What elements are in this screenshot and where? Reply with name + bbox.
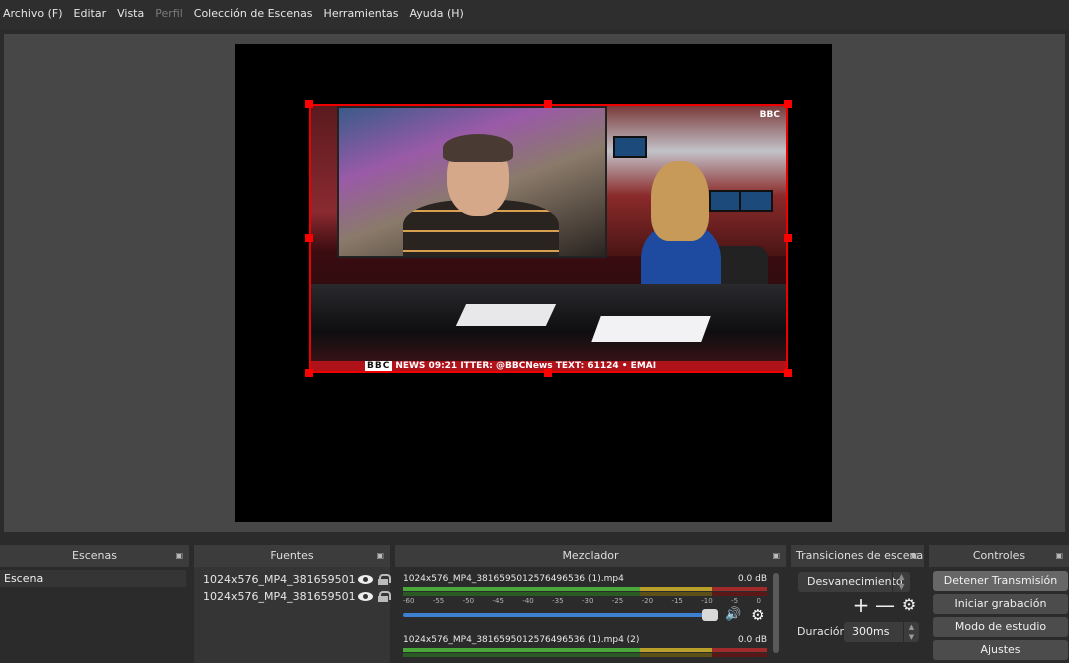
studio-monitor (739, 190, 773, 212)
gear-icon[interactable]: ⚙ (897, 595, 921, 615)
scenes-dock-title: Escenas ▣ (0, 545, 189, 567)
resize-handle-bottom-right[interactable] (784, 369, 792, 377)
guest-hair (443, 134, 513, 162)
mixer-scrollbar[interactable] (773, 573, 779, 653)
presenter-head (651, 161, 709, 241)
video-inset (337, 106, 607, 258)
scenes-list: Escena (0, 567, 189, 663)
audio-meter (403, 653, 767, 657)
source-item[interactable]: 1024x576_MP4_38165950125 (203, 571, 391, 587)
transition-select-value: Desvanecimiento (807, 575, 903, 588)
scene-item[interactable]: Escena (0, 570, 186, 587)
sources-list: 1024x576_MP4_38165950125 1024x576_MP4_38… (194, 567, 391, 663)
studio-monitor (709, 190, 743, 212)
gear-icon[interactable]: ⚙ (751, 607, 767, 623)
resize-handle-left[interactable] (305, 234, 313, 242)
undock-icon[interactable]: ▣ (910, 545, 918, 567)
menu-ayuda[interactable]: Ayuda (H) (406, 7, 471, 24)
studio-monitor (613, 136, 647, 158)
transitions-panel: Desvanecimiento ▲ ▼ + — ⚙ Duración 300ms … (791, 567, 924, 663)
undock-icon[interactable]: ▣ (1055, 545, 1063, 567)
menu-vista[interactable]: Vista (114, 7, 152, 24)
controls-dock-title: Controles ▣ (929, 545, 1069, 567)
news-desk (311, 284, 786, 364)
chevron-updown-icon[interactable]: ▲ ▼ (903, 622, 919, 642)
menu-archivo[interactable]: Archivo (F) (0, 7, 71, 24)
desk-papers (455, 304, 557, 326)
stop-streaming-button[interactable]: Detener Transmisión (933, 571, 1068, 591)
settings-button[interactable]: Ajustes (933, 640, 1068, 660)
duration-input[interactable]: 300ms ▲ ▼ (844, 622, 919, 642)
preview-area[interactable]: BBC BBC NEWS 09:21 ITTER: @BBCNews TEXT: … (4, 34, 1065, 532)
audio-meter (403, 648, 767, 652)
add-transition-plus-icon[interactable]: + (849, 595, 873, 615)
volume-slider[interactable] (403, 609, 719, 621)
speaker-icon[interactable]: 🔊 (725, 608, 743, 622)
source-item[interactable]: 1024x576_MP4_38165950125 (203, 588, 391, 604)
chevron-updown-icon[interactable]: ▲ ▼ (892, 572, 910, 592)
undock-icon[interactable]: ▣ (376, 545, 384, 567)
transition-select[interactable]: Desvanecimiento ▲ ▼ (798, 572, 910, 592)
lock-icon[interactable] (378, 573, 391, 585)
visibility-eye-icon[interactable] (358, 574, 373, 584)
controls-panel: Detener Transmisión Iniciar grabación Mo… (929, 567, 1069, 663)
visibility-eye-icon[interactable] (358, 591, 373, 601)
audio-meter (403, 587, 767, 591)
duration-value: 300ms (852, 625, 890, 638)
source-label: 1024x576_MP4_38165950125 (203, 589, 356, 603)
start-recording-button[interactable]: Iniciar grabación (933, 594, 1068, 614)
remove-transition-minus-icon[interactable]: — (873, 595, 897, 615)
resize-handle-bottom[interactable] (544, 369, 552, 377)
track-name: 1024x576_MP4_3816595012576496536 (1).mp4… (403, 635, 640, 645)
desk-papers (591, 316, 711, 342)
mixer-track: 1024x576_MP4_3816595012576496536 (1).mp4… (403, 574, 767, 624)
controls-title: Controles (972, 549, 1026, 562)
menu-coleccion-escenas[interactable]: Colección de Escenas (191, 7, 321, 24)
mixer-dock-title: Mezclador ▣ (395, 545, 786, 567)
resize-handle-top[interactable] (544, 100, 552, 108)
resize-handle-top-left[interactable] (305, 100, 313, 108)
menu-herramientas[interactable]: Herramientas (321, 7, 407, 24)
undock-icon[interactable]: ▣ (772, 545, 780, 567)
sources-dock-title: Fuentes ▣ (194, 545, 390, 567)
meter-scale: -60 -55 -50 -45 -40 -35 -30 -25 -20 -15 -10 -5 0 (403, 597, 761, 605)
ticker-brand: BBC (365, 361, 393, 371)
sources-title: Fuentes (270, 549, 314, 562)
mixer-track: 1024x576_MP4_3816595012576496536 (1).mp4… (403, 635, 767, 657)
resize-handle-top-right[interactable] (784, 100, 792, 108)
menu-editar[interactable]: Editar (71, 7, 115, 24)
output-canvas[interactable]: BBC BBC NEWS 09:21 ITTER: @BBCNews TEXT: … (235, 44, 832, 522)
transitions-title: Transiciones de escena (796, 549, 924, 562)
track-name: 1024x576_MP4_3816595012576496536 (1).mp4 (403, 574, 624, 584)
undock-icon[interactable]: ▣ (175, 545, 183, 567)
volume-slider-handle[interactable] (702, 609, 719, 621)
studio-mode-button[interactable]: Modo de estudio (933, 617, 1068, 637)
duration-label: Duración (797, 625, 847, 638)
selected-source[interactable]: BBC BBC NEWS 09:21 ITTER: @BBCNews TEXT: … (309, 104, 788, 373)
source-label: 1024x576_MP4_38165950125 (203, 572, 356, 586)
transitions-dock-title: Transiciones de escena ▣ (791, 545, 924, 567)
resize-handle-bottom-left[interactable] (305, 369, 313, 377)
bbc-logo: BBC (759, 110, 780, 120)
menu-bar: Archivo (F) Editar Vista Perfil Colecció… (0, 0, 1069, 30)
track-level: 0.0 dB (737, 635, 767, 645)
menu-perfil[interactable]: Perfil (152, 7, 191, 24)
mixer-title: Mezclador (562, 549, 619, 562)
audio-meter (403, 592, 767, 596)
lock-icon[interactable] (378, 590, 391, 602)
ticker-text: NEWS 09:21 ITTER: @BBCNews TEXT: 61124 •… (395, 361, 657, 371)
track-level: 0.0 dB (737, 574, 767, 584)
scenes-title: Escenas (72, 549, 117, 562)
audio-mixer: 1024x576_MP4_3816595012576496536 (1).mp4… (395, 567, 786, 663)
resize-handle-right[interactable] (784, 234, 792, 242)
